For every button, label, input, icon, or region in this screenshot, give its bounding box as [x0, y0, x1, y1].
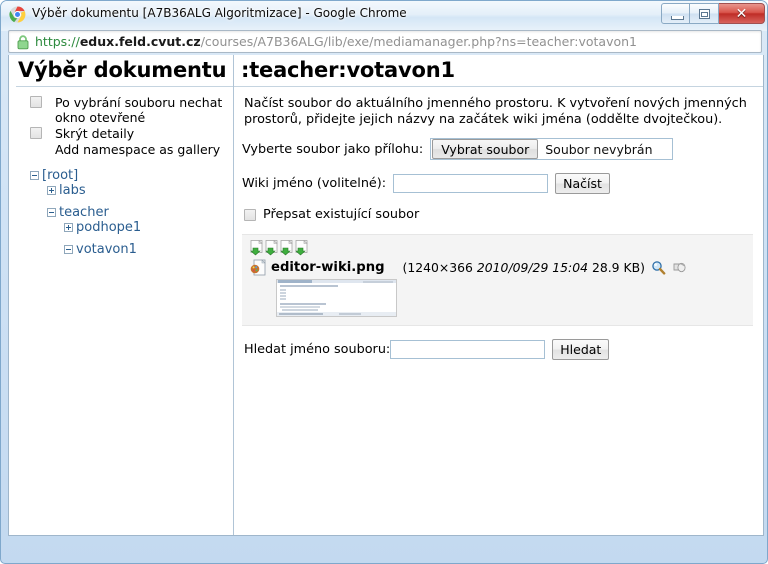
- overwrite-row[interactable]: Přepsat existující soubor: [244, 207, 753, 222]
- file-entry-header: editor-wiki.png (1240×366 2010/09/29 15:…: [250, 259, 747, 276]
- tree-node-labs: labs: [47, 183, 233, 198]
- url-text: https://edux.feld.cvut.cz/courses/A7B36A…: [35, 34, 637, 49]
- option-keep-window-open[interactable]: Po vybrání souboru nechat okno otevřené: [23, 95, 229, 125]
- close-icon: ✕: [735, 5, 748, 22]
- tree-toggle-teacher-minus-icon[interactable]: [47, 208, 56, 217]
- file-metadata: (1240×366 2010/09/29 15:04 28.9 KB): [403, 260, 645, 275]
- option-label: Po vybrání souboru nechat okno otevřené: [55, 95, 223, 125]
- browser-window: Výběr dokumentu [A7B36ALG Algoritmizace]…: [0, 0, 768, 564]
- maximize-button[interactable]: [690, 3, 719, 24]
- tree-label-root[interactable]: [root]: [42, 168, 78, 183]
- url-path: /courses/A7B36ALG/lib/exe/mediamanager.p…: [200, 34, 637, 49]
- file-date: 2010/09/29: [476, 260, 549, 275]
- tree-toggle-labs-plus-icon[interactable]: [47, 186, 56, 195]
- media-manager-body: Načíst soubor do aktuálního jmenného pro…: [234, 87, 763, 360]
- tree-node-root: [root] labs teacher podhope1 votavon1: [30, 168, 233, 257]
- magnifier-icon[interactable]: [651, 260, 666, 275]
- sort-date-icon[interactable]: [265, 239, 280, 256]
- search-label: Hledat jméno souboru:: [244, 342, 391, 357]
- sort-type-icon[interactable]: [295, 239, 310, 256]
- checkbox-keep-window-open[interactable]: [30, 96, 42, 108]
- tree-label-podhope1[interactable]: podhope1: [76, 220, 141, 235]
- chrome-logo-icon: [9, 6, 26, 23]
- checkbox-overwrite-existing[interactable]: [244, 208, 256, 221]
- wiki-name-label: Wiki jméno (volitelné):: [242, 176, 387, 191]
- file-status-text: Soubor nevybrán: [545, 141, 653, 157]
- tree-node-podhope1: podhope1: [64, 220, 233, 235]
- search-button[interactable]: Hledat: [552, 339, 610, 360]
- option-hide-details[interactable]: Skrýt detaily: [23, 126, 229, 141]
- image-file-icon: [250, 259, 267, 276]
- current-namespace-title: :teacher:votavon1: [234, 55, 763, 87]
- file-thumbnail[interactable]: [276, 279, 397, 317]
- upload-submit-button[interactable]: Načíst: [555, 173, 610, 194]
- namespace-tree: [root] labs teacher podhope1 votavon1: [16, 158, 233, 257]
- file-list: editor-wiki.png (1240×366 2010/09/29 15:…: [242, 234, 753, 326]
- sort-name-icon[interactable]: [250, 239, 265, 256]
- upload-instructions: Načíst soubor do aktuálního jmenného pro…: [244, 96, 747, 127]
- tree-node-teacher: teacher podhope1 votavon1: [47, 205, 233, 257]
- tree-label-teacher[interactable]: teacher: [59, 205, 109, 220]
- choose-file-button[interactable]: Vybrat soubor: [432, 139, 539, 159]
- tree-toggle-root-minus-icon[interactable]: [30, 171, 39, 180]
- window-controls: ✕: [661, 3, 765, 24]
- file-input[interactable]: Vybrat soubor Soubor nevybrán: [430, 138, 674, 160]
- option-label: Add namespace as gallery: [55, 142, 221, 157]
- lock-icon: [17, 35, 29, 50]
- meta-close-paren: ): [640, 260, 645, 275]
- media-manager-pane: :teacher:votavon1 Načíst soubor do aktuá…: [234, 55, 763, 535]
- overwrite-label: Přepsat existující soubor: [263, 207, 420, 222]
- search-input[interactable]: [390, 340, 546, 359]
- namespace-pane: Výběr dokumentu Po vybrání souboru necha…: [9, 55, 234, 535]
- wiki-name-input[interactable]: [393, 174, 549, 193]
- option-add-namespace-as-gallery[interactable]: Add namespace as gallery: [23, 142, 229, 157]
- page-viewport: Výběr dokumentu Po vybrání souboru necha…: [8, 55, 764, 536]
- maximize-icon-inner: [701, 12, 708, 17]
- url-host: edux.feld.cvut.cz: [79, 34, 201, 49]
- tree-toggle-votavon1-minus-icon[interactable]: [64, 245, 73, 254]
- tree-label-votavon1[interactable]: votavon1: [76, 242, 137, 257]
- checkbox-hide-details[interactable]: [30, 127, 42, 139]
- file-dimensions: 1240×366: [407, 260, 473, 275]
- file-name-link[interactable]: editor-wiki.png: [271, 260, 385, 275]
- search-row: Hledat jméno souboru: Hledat: [244, 339, 753, 360]
- title-bar[interactable]: Výběr dokumentu [A7B36ALG Algoritmizace]…: [1, 1, 768, 28]
- link-media-icon[interactable]: [672, 260, 687, 275]
- option-list: Po vybrání souboru nechat okno otevřené …: [16, 87, 233, 157]
- tree-label-labs[interactable]: labs: [59, 183, 86, 198]
- minimize-button[interactable]: [661, 3, 690, 24]
- wiki-name-row: Wiki jméno (volitelné): Načíst: [242, 173, 753, 194]
- close-button[interactable]: ✕: [719, 3, 765, 24]
- minimize-icon: [671, 16, 684, 20]
- sort-icon-row: [250, 239, 747, 256]
- window-title: Výběr dokumentu [A7B36ALG Algoritmizace]…: [32, 6, 407, 20]
- table-row: editor-wiki.png (1240×366 2010/09/29 15:…: [248, 259, 747, 317]
- file-time: 15:04: [552, 260, 588, 275]
- upload-file-row: Vyberte soubor jako přílohu: Vybrat soub…: [242, 138, 753, 160]
- option-label: Skrýt detaily: [55, 126, 135, 141]
- file-size: 28.9 KB: [591, 260, 641, 275]
- page-title: Výběr dokumentu: [16, 55, 233, 87]
- sort-size-icon[interactable]: [280, 239, 295, 256]
- url-scheme: https://: [35, 34, 80, 49]
- upload-file-label: Vyberte soubor jako přílohu:: [242, 141, 424, 157]
- tree-toggle-podhope1-plus-icon[interactable]: [64, 223, 73, 232]
- address-bar[interactable]: https://edux.feld.cvut.cz/courses/A7B36A…: [8, 30, 762, 53]
- tree-node-votavon1: votavon1: [64, 242, 233, 257]
